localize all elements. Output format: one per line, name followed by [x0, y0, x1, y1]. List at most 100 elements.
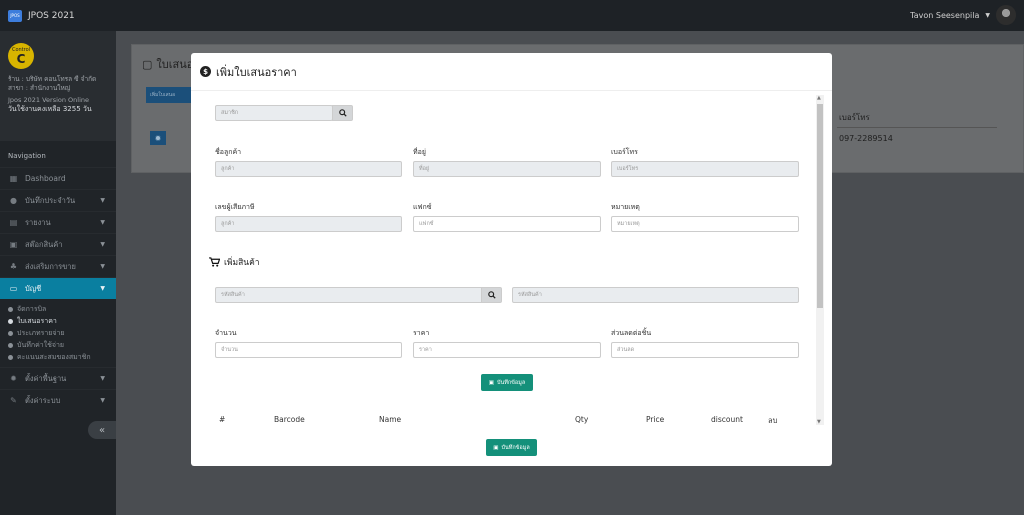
price-label: ราคา [413, 329, 430, 337]
product-search-button[interactable] [481, 287, 502, 303]
member-search-button[interactable] [332, 105, 353, 121]
phone-label: เบอร์โทร [611, 148, 638, 156]
scroll-thumb[interactable] [817, 104, 823, 308]
dashboard-icon: ▦ [9, 174, 18, 183]
sidebar-item-account[interactable]: ▭ บัญชี ▼ [0, 277, 116, 299]
product-code-input[interactable]: รหัสสินค้า [215, 287, 483, 303]
fax-label: แฟกซ์ [413, 203, 432, 211]
subitem-member-points[interactable]: คะแนนสะสมของสมาชิก [8, 351, 116, 363]
sidebar-item-basic-settings[interactable]: ✹ ตั้งค่าพื้นฐาน ▼ [0, 367, 116, 389]
th-barcode: Barcode [274, 415, 305, 424]
tax-id-label: เลขผู้เสียภาษี [215, 203, 255, 211]
user-name[interactable]: Tavon Seesenpila [910, 11, 979, 20]
chevron-down-icon: ▼ [100, 285, 105, 292]
gear-icon[interactable]: ✹ [150, 131, 166, 145]
subitem-expense-record[interactable]: บันทึกค่าใช้จ่าย [8, 339, 116, 351]
dot-icon [8, 318, 13, 324]
subitem-manage-bill[interactable]: จัดการบิล [8, 303, 116, 315]
app-title: JPOS 2021 [28, 10, 75, 21]
days-left: วันใช้งานคงเหลือ 3255 วัน [8, 105, 92, 113]
search-icon [338, 109, 347, 117]
table-divider [837, 127, 997, 128]
modal-body: สมาชิก ชื่อลูกค้า ลูกค้า ที่อยู่ ที่อยู่… [200, 95, 824, 425]
sidebar-item-report[interactable]: ▤ รายงาน ▼ [0, 211, 116, 233]
modal-title: เพิ่มใบเสนอราคา [216, 65, 297, 79]
discount-input[interactable]: ส่วนลด [611, 342, 799, 358]
discount-label: ส่วนลดต่อชิ้น [611, 329, 652, 337]
column-header-phone: เบอร์โทร [839, 113, 870, 122]
dot-icon [8, 330, 13, 336]
dot-icon [8, 306, 13, 312]
address-input[interactable]: ที่อยู่ [413, 161, 601, 177]
chevron-down-icon: ▼ [100, 219, 105, 226]
collapse-sidebar-button[interactable]: « [88, 421, 116, 439]
modal-header: $ เพิ่มใบเสนอราคา [191, 53, 832, 91]
scroll-up-icon[interactable]: ▲ [817, 95, 821, 101]
page-title: ▢ ใบเสนอ [142, 57, 194, 72]
avatar[interactable] [996, 5, 1016, 25]
th-qty: Qty [575, 415, 589, 424]
member-input[interactable]: สมาชิก [215, 105, 333, 121]
account-submenu: จัดการบิล ใบเสนอราคา ประเภทรายจ่าย บันทึ… [0, 299, 116, 367]
product-name-input[interactable]: รหัสสินค้า [512, 287, 799, 303]
add-quotation-modal: $ เพิ่มใบเสนอราคา สมาชิก ชื่อลูกค้า ลูกค… [191, 53, 832, 466]
sidebar-item-stock[interactable]: ▣ สต๊อกสินค้า ▼ [0, 233, 116, 255]
tax-id-input[interactable]: ลูกค้า [215, 216, 402, 232]
save-quotation-button[interactable]: ▣ บันทึกข้อมูล [486, 439, 537, 456]
chevron-down-icon: ▼ [100, 397, 105, 404]
sidebar-item-dashboard[interactable]: ▦ Dashboard [0, 167, 116, 189]
version-text: Jpos 2021 Version Online [8, 96, 90, 104]
chevron-down-icon: ▼ [100, 263, 105, 270]
modal-scrollbar[interactable]: ▲ ▼ [816, 95, 824, 425]
user-menu[interactable]: Tavon Seesenpila ▼ [910, 5, 1016, 25]
th-price: Price [646, 415, 665, 424]
top-bar: JPOS JPOS 2021 Tavon Seesenpila ▼ [0, 0, 1024, 31]
sidebar-item-system-settings[interactable]: ✎ ตั้งค่าระบบ ▼ [0, 389, 116, 411]
stock-icon: ▣ [9, 240, 18, 249]
add-product-title: เพิ่มสินค้า [209, 255, 260, 269]
scroll-down-icon[interactable]: ▼ [817, 419, 821, 425]
sidebar: Control C ร้าน : บริษัท คอนโทรล ซี จำกัด… [0, 31, 116, 515]
th-discount: discount [711, 415, 743, 424]
chevron-down-icon: ▼ [100, 241, 105, 248]
phone-input[interactable]: เบอร์โทร [611, 161, 799, 177]
report-icon: ▤ [9, 218, 18, 227]
add-quotation-button[interactable]: เพิ่มใบเสนอ [146, 87, 192, 103]
qty-input[interactable]: จำนวน [215, 342, 402, 358]
qty-label: จำนวน [215, 329, 237, 337]
price-input[interactable]: ราคา [413, 342, 601, 358]
floppy-icon: ▣ [493, 444, 499, 451]
wrench-icon: ✎ [10, 396, 17, 405]
th-delete: ลบ [768, 416, 778, 425]
table-cell-phone: 097-2289514 [839, 134, 893, 143]
profile-panel: Control C ร้าน : บริษัท คอนโทรล ซี จำกัด… [0, 31, 116, 141]
subitem-expense-type[interactable]: ประเภทรายจ่าย [8, 327, 116, 339]
th-index: # [219, 415, 226, 424]
fax-input[interactable]: แฟกซ์ [413, 216, 601, 232]
sidebar-item-promo[interactable]: ♣ ส่งเสริมการขาย ▼ [0, 255, 116, 277]
sidebar-item-daily[interactable]: ● บันทึกประจำวัน ▼ [0, 189, 116, 211]
cart-icon [209, 257, 220, 267]
subitem-quotation[interactable]: ใบเสนอราคา [8, 315, 116, 327]
logo-icon: JPOS [8, 9, 22, 22]
floppy-icon: ▣ [488, 379, 494, 386]
note-label: หมายเหตุ [611, 203, 640, 211]
caret-down-icon[interactable]: ▼ [985, 12, 990, 19]
laptop-icon: ▭ [9, 284, 18, 293]
clipboard-icon: ▢ [142, 57, 153, 71]
user-icon: ● [10, 196, 17, 205]
control-badge: Control C [8, 43, 34, 69]
th-name: Name [379, 415, 402, 424]
customer-name-input[interactable]: ลูกค้า [215, 161, 402, 177]
promo-icon: ♣ [9, 262, 18, 271]
save-product-button[interactable]: ▣ บันทึกข้อมูล [481, 374, 533, 391]
customer-name-label: ชื่อลูกค้า [215, 148, 242, 156]
search-icon [487, 291, 496, 299]
dot-icon [8, 354, 13, 360]
address-label: ที่อยู่ [413, 148, 426, 156]
note-input[interactable]: หมายเหตุ [611, 216, 799, 232]
dollar-icon: $ [200, 66, 211, 77]
chevron-down-icon: ▼ [100, 375, 105, 382]
gear-icon: ✹ [10, 374, 17, 383]
nav-heading: Navigation [8, 152, 46, 160]
